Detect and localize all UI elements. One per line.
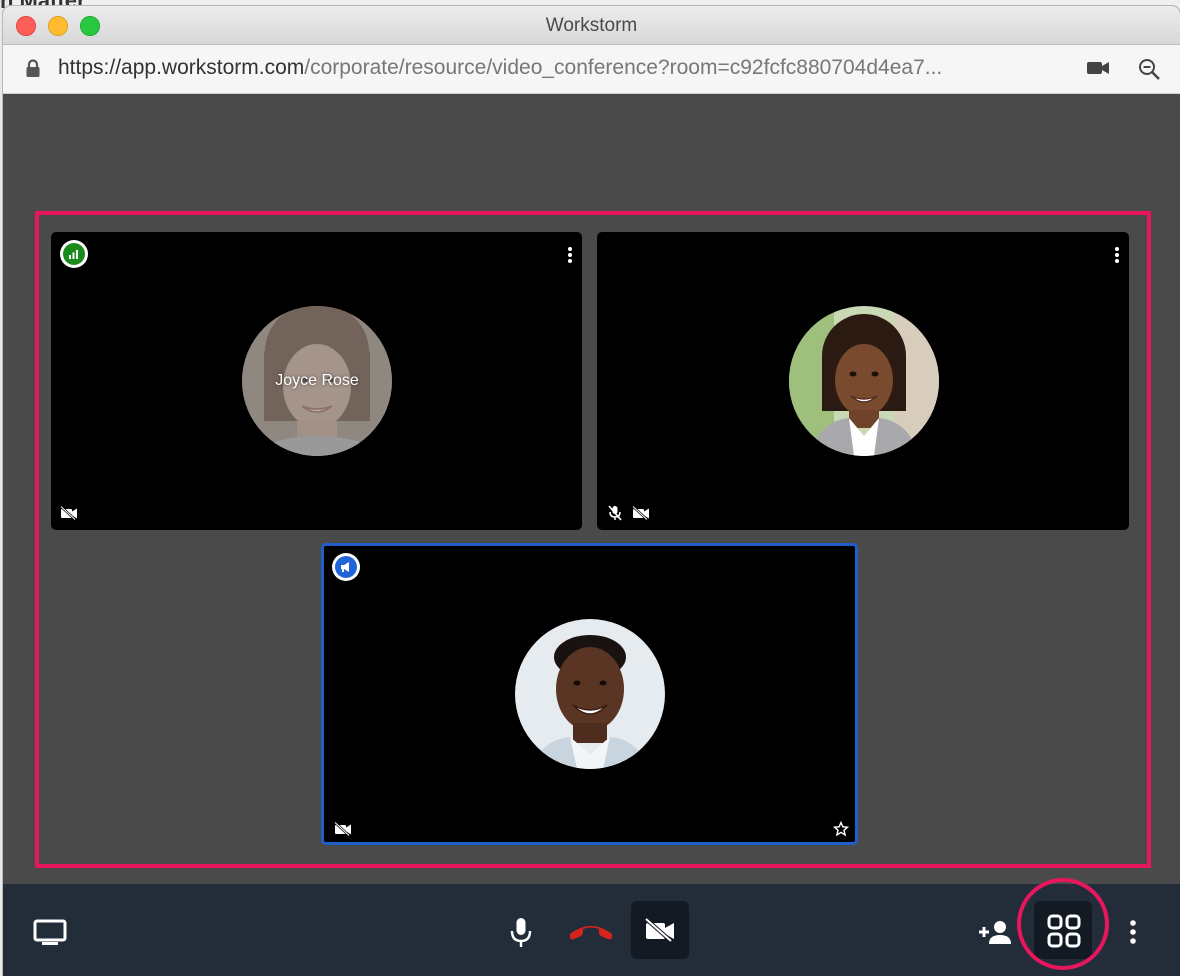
- call-toolbar: [3, 878, 1180, 976]
- address-bar[interactable]: https://app.workstorm.com/corporate/reso…: [3, 45, 1180, 94]
- microphone-icon[interactable]: [510, 917, 532, 949]
- annotation-highlight-grid: [35, 211, 1151, 868]
- more-options-icon[interactable]: [1128, 919, 1138, 945]
- annotation-highlight-tile-button: [1017, 878, 1109, 970]
- video-off-icon: [644, 918, 674, 942]
- toggle-video-button[interactable]: [631, 901, 689, 959]
- hang-up-icon[interactable]: [567, 922, 615, 942]
- browser-window: Workstorm https://app.workstorm.com/corp…: [3, 6, 1180, 976]
- url-text[interactable]: https://app.workstorm.com/corporate/reso…: [58, 56, 942, 80]
- window-title: Workstorm: [545, 15, 638, 36]
- lock-icon: [26, 59, 40, 77]
- title-bar: Workstorm: [3, 6, 1180, 45]
- screen-share-icon[interactable]: [33, 919, 67, 947]
- camera-permission-icon[interactable]: [1086, 59, 1110, 77]
- video-stage: Joyce Rose: [3, 94, 1180, 884]
- zoom-icon[interactable]: [1137, 57, 1161, 81]
- add-participant-icon[interactable]: [977, 919, 1013, 945]
